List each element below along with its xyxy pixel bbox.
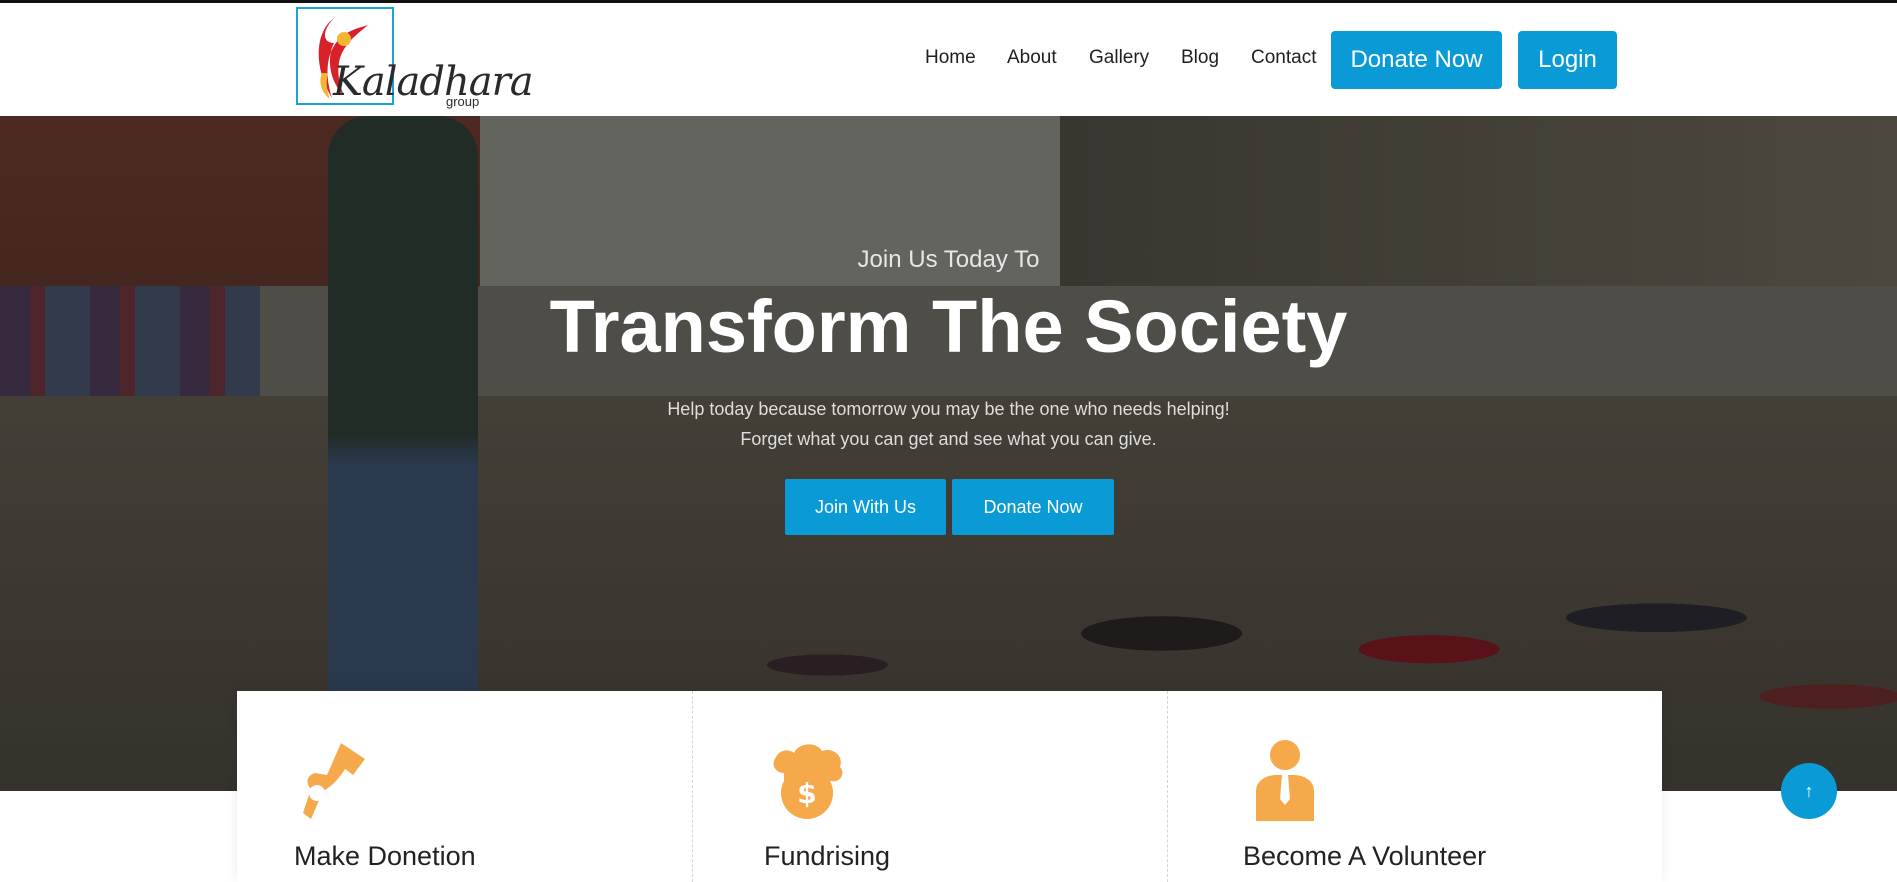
- feature-title-donation: Make Donetion: [294, 841, 476, 871]
- feature-card-volunteer[interactable]: Become A Volunteer: [1167, 691, 1662, 882]
- join-with-us-button[interactable]: Join With Us: [785, 479, 946, 535]
- nav-blog[interactable]: Blog: [1181, 47, 1219, 69]
- feature-card-fundraising[interactable]: $ Fundrising: [692, 691, 1167, 882]
- login-button[interactable]: Login: [1518, 31, 1617, 89]
- header-donate-button[interactable]: Donate Now: [1331, 31, 1502, 89]
- hero-text-line2: Forget what you can get and see what you…: [740, 429, 1157, 449]
- hero-overlay: [0, 116, 1897, 791]
- logo-text: Kaladhara: [333, 59, 534, 105]
- arrow-up-icon[interactable]: ↑: [1781, 763, 1837, 819]
- nav-home[interactable]: Home: [925, 47, 976, 69]
- feature-title-volunteer: Become A Volunteer: [1243, 841, 1487, 871]
- volunteer-person-icon: [1256, 740, 1314, 821]
- feature-cards: Make Donetion $ Fundrising Become A Volu…: [237, 691, 1662, 882]
- hand-donation-icon: [303, 743, 365, 819]
- cloud-dollar-icon: $: [773, 744, 843, 819]
- logo-subtext: group: [446, 94, 480, 109]
- hero-text-line1: Help today because tomorrow you may be t…: [667, 399, 1230, 419]
- nav-about[interactable]: About: [1007, 47, 1057, 69]
- feature-card-donation[interactable]: Make Donetion: [237, 691, 692, 882]
- nav-gallery[interactable]: Gallery: [1089, 47, 1149, 69]
- hero-banner: Join Us Today To Transform The Society H…: [0, 116, 1897, 791]
- site-logo[interactable]: Kaladhara group: [296, 7, 534, 111]
- hero-donate-button[interactable]: Donate Now: [952, 479, 1114, 535]
- feature-title-fundraising: Fundrising: [764, 841, 891, 871]
- svg-text:$: $: [797, 777, 816, 810]
- site-header: Kaladhara group Home About Gallery Blog …: [0, 3, 1897, 116]
- hero-subtitle: Join Us Today To: [857, 246, 1040, 273]
- nav-contact[interactable]: Contact: [1251, 47, 1316, 69]
- page: Kaladhara group Home About Gallery Blog …: [0, 0, 1897, 882]
- hero-title: Transform The Society: [549, 285, 1348, 368]
